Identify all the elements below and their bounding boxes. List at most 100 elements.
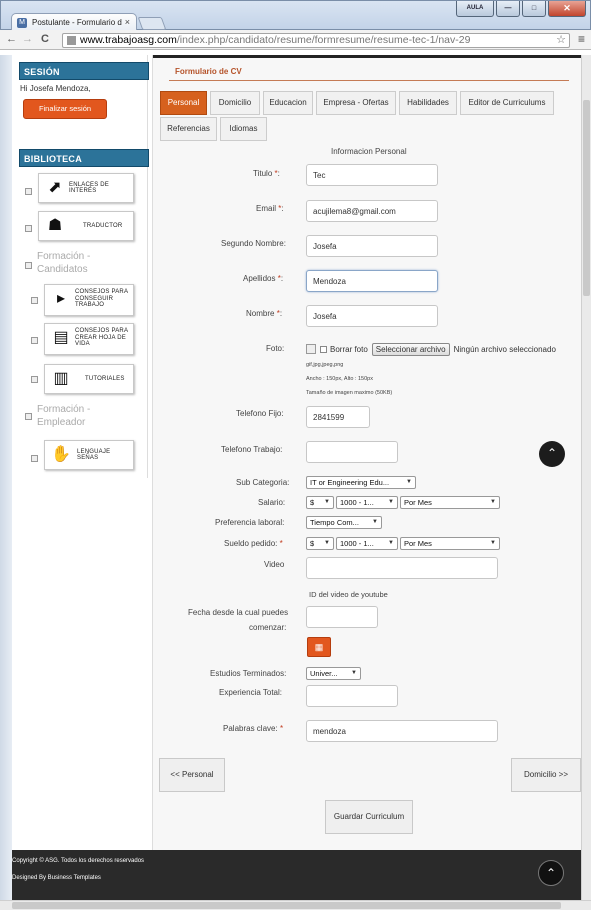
apellidos-input[interactable]: Mendoza xyxy=(306,270,438,292)
user-greeting: Hi Josefa Mendoza, xyxy=(20,84,91,93)
sueldo-range-select[interactable]: 1000 - 1... ▼ xyxy=(336,537,398,550)
close-window-button[interactable]: ✕ xyxy=(548,1,586,17)
sidebar-checkbox[interactable] xyxy=(31,297,38,304)
photo-max-size: Tamaño de imagen maximo (50KB) xyxy=(306,390,393,396)
chevron-down-icon: ▼ xyxy=(351,670,357,676)
scroll-top-button[interactable]: ⌃ xyxy=(539,441,565,467)
sidebar-item-enlaces[interactable]: ⬈ ENLACES DE INTERÉS xyxy=(38,173,134,203)
prev-personal-button[interactable]: << Personal xyxy=(159,758,225,792)
minimize-button[interactable]: — xyxy=(496,1,520,17)
tab-empresa-ofertas[interactable]: Empresa - Ofertas xyxy=(316,91,396,115)
category-employer[interactable]: Formación - Empleador xyxy=(37,403,127,429)
title-divider xyxy=(169,80,569,81)
nombre-input[interactable]: Josefa xyxy=(306,305,438,327)
tab-idiomas[interactable]: Idiomas xyxy=(220,117,267,141)
sidebar-item-consejos-hoja[interactable]: ▤ CONSEJOS PARA CREAR HOJA DE VIDA xyxy=(44,323,134,355)
forward-icon[interactable]: → xyxy=(22,33,33,45)
sub-categoria-select[interactable]: IT or Engineering Edu... ▼ xyxy=(306,476,416,489)
sidebar-checkbox[interactable] xyxy=(25,225,32,232)
preferencia-select[interactable]: Tiempo Com... ▼ xyxy=(306,516,382,529)
experiencia-input[interactable] xyxy=(306,685,398,707)
delete-photo-checkbox[interactable] xyxy=(320,345,327,353)
vertical-scroll-thumb[interactable] xyxy=(583,100,590,296)
tab-referencias[interactable]: Referencias xyxy=(160,117,217,141)
sidebar-checkbox[interactable] xyxy=(25,262,32,269)
fecha-label-line1: Fecha desde la cual puedes xyxy=(188,608,289,617)
sidebar-item-label: CONSEJOS PARA CREAR HOJA DE VIDA xyxy=(75,328,128,348)
estudios-label: Estudios Terminados: xyxy=(210,669,287,678)
sidebar: SESIÓN Hi Josefa Mendoza, Finalizar sesi… xyxy=(12,55,149,478)
sueldo-currency-select[interactable]: $ ▼ xyxy=(306,537,334,550)
choose-file-button[interactable]: Seleccionar archivo xyxy=(371,342,450,356)
sidebar-item-tutoriales[interactable]: ▥ TUTORIALES xyxy=(44,364,134,394)
save-curriculum-button[interactable]: Guardar Curriculum xyxy=(325,800,413,834)
sidebar-checkbox[interactable] xyxy=(31,376,38,383)
tab-editor-curriculums[interactable]: Editor de Curriculums xyxy=(460,91,554,115)
sidebar-checkbox[interactable] xyxy=(31,337,38,344)
sidebar-item-lenguaje-senas[interactable]: ✋ LENGUAJE SEÑAS xyxy=(44,440,134,470)
new-tab-button[interactable] xyxy=(137,17,167,30)
logout-button[interactable]: Finalizar sesión xyxy=(23,99,107,119)
url-input[interactable]: www.trabajoasg.com/index.php/candidato/r… xyxy=(62,33,570,48)
maximize-button[interactable]: □ xyxy=(522,1,546,17)
presenter-icon: ▸ xyxy=(56,290,66,307)
sidebar-item-traductor[interactable]: ☗ TRADUCTOR xyxy=(38,211,134,241)
telefono-trabajo-input[interactable] xyxy=(306,441,398,463)
salario-range-select[interactable]: 1000 - 1... ▼ xyxy=(336,496,398,509)
back-icon[interactable]: ← xyxy=(6,33,17,45)
titulo-input[interactable]: Tec xyxy=(306,164,438,186)
estudios-select[interactable]: Univer... ▼ xyxy=(306,667,361,680)
chevron-down-icon: ▼ xyxy=(324,499,330,505)
sidebar-checkbox[interactable] xyxy=(25,188,32,195)
sidebar-checkbox[interactable] xyxy=(31,455,38,462)
nombre-label-text: Nombre xyxy=(246,309,275,318)
salario-period-select[interactable]: Por Mes ▼ xyxy=(400,496,500,509)
palabras-input[interactable]: mendoza xyxy=(306,720,498,742)
calendar-button[interactable]: ▦ xyxy=(307,637,331,657)
video-input[interactable] xyxy=(306,557,498,579)
delete-photo-label: Borrar foto xyxy=(330,344,368,354)
window-user-button[interactable]: AULA xyxy=(456,1,494,17)
required-mark: * xyxy=(279,724,284,733)
sueldo-period-select[interactable]: Por Mes ▼ xyxy=(400,537,500,550)
category-candidates[interactable]: Formación - Candidatos xyxy=(37,250,127,276)
bookmark-star-icon[interactable]: ☆ xyxy=(556,34,566,47)
top-strip xyxy=(153,55,582,58)
email-input[interactable]: acujilema8@gmail.com xyxy=(306,200,438,222)
sidebar-item-label: TUTORIALES xyxy=(85,375,125,382)
nombre-label: Nombre *: xyxy=(246,309,283,318)
reload-icon[interactable]: C xyxy=(41,33,49,45)
required-mark: * xyxy=(277,274,281,283)
site-favicon-icon: M xyxy=(17,18,27,28)
sidebar-checkbox[interactable] xyxy=(25,413,32,420)
segundo-nombre-input[interactable]: Josefa xyxy=(306,235,438,257)
sidebar-item-consejos-trabajo[interactable]: ▸ CONSEJOS PARA CONSEGUIR TRABAJO xyxy=(44,284,134,316)
chevron-down-icon: ▼ xyxy=(490,499,496,505)
tab-personal[interactable]: Personal xyxy=(160,91,207,115)
horizontal-scrollbar[interactable] xyxy=(0,900,591,910)
chevron-down-icon: ▼ xyxy=(372,519,378,525)
chevron-up-icon: ⌃ xyxy=(545,866,557,880)
email-label: Email *: xyxy=(256,204,284,213)
designed-by-text: Designed By Business Templates xyxy=(12,875,101,881)
telefono-fijo-input[interactable]: 2841599 xyxy=(306,406,370,428)
vertical-scrollbar[interactable] xyxy=(581,55,591,900)
salario-currency-select[interactable]: $ ▼ xyxy=(306,496,334,509)
footer-scroll-top-button[interactable]: ⌃ xyxy=(538,860,564,886)
browser-tab[interactable]: M Postulante - Formulario d × xyxy=(11,13,137,31)
fecha-label-line2: comenzar: xyxy=(249,623,287,632)
fecha-input[interactable] xyxy=(306,606,378,628)
tab-domicilio[interactable]: Domicilio xyxy=(210,91,260,115)
tab-educacion[interactable]: Educacion xyxy=(263,91,313,115)
page-icon xyxy=(67,36,76,45)
browser-menu-icon[interactable]: ≡ xyxy=(578,32,585,46)
horizontal-scroll-thumb[interactable] xyxy=(12,902,561,909)
sueldo-label: Sueldo pedido: * xyxy=(224,539,283,548)
tab-close-icon[interactable]: × xyxy=(125,17,130,27)
experiencia-label: Experiencia Total: xyxy=(219,688,282,697)
next-domicilio-button[interactable]: Domicilio >> xyxy=(511,758,581,792)
email-label-text: Email xyxy=(256,204,277,213)
tab-habilidades[interactable]: Habilidades xyxy=(399,91,457,115)
telefono-fijo-label: Telefono Fijo: xyxy=(236,409,284,418)
browser-titlebar: M Postulante - Formulario d × AULA — □ ✕ xyxy=(0,0,591,31)
